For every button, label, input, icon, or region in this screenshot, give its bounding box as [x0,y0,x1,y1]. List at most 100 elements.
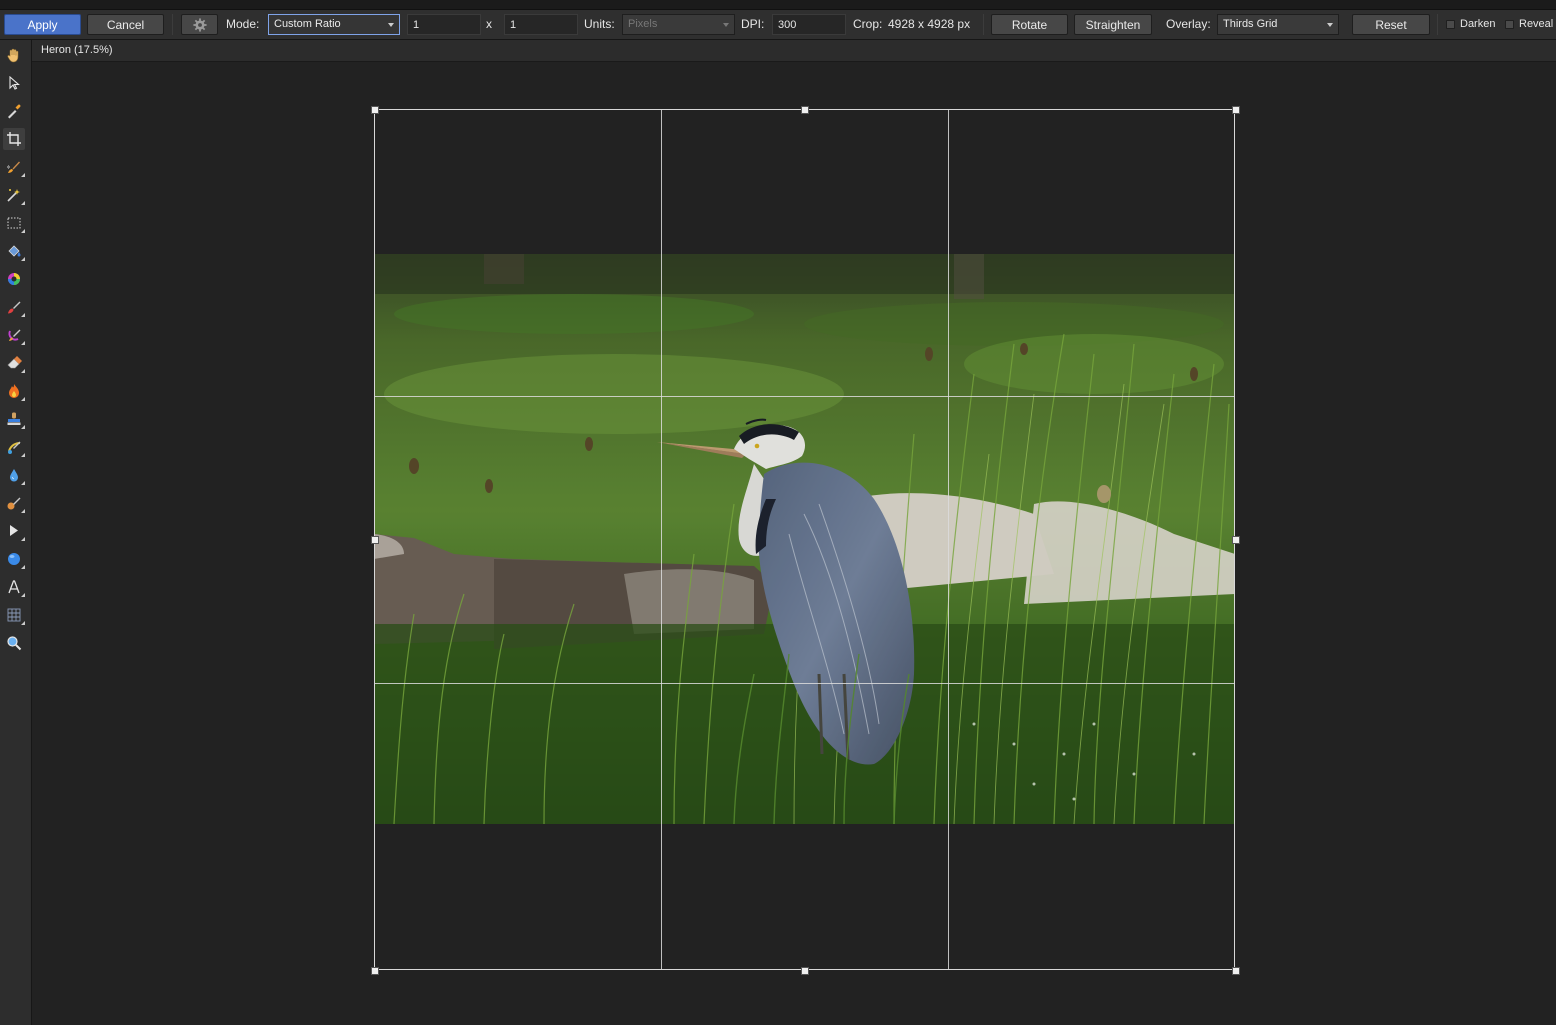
document-tab[interactable]: Heron (17.5%) [32,40,1556,62]
mesh-warp-icon [7,608,21,622]
tool-group-indicator [21,481,25,485]
apply-button[interactable]: Apply [4,14,81,35]
tool-text[interactable] [3,576,25,598]
tool-healing-brush[interactable] [3,436,25,458]
reveal-checkbox[interactable] [1505,20,1514,29]
tool-paint-brush[interactable] [3,296,25,318]
toolbar-separator [1437,14,1438,35]
mode-label: Mode: [226,17,260,31]
crop-size-value: 4928 x 4928 px [888,17,971,31]
color-wheel-icon [8,273,20,285]
dpi-input[interactable] [772,14,846,35]
tool-burn[interactable] [3,380,25,402]
chevron-down-icon [1327,23,1333,27]
crop-handle-left[interactable] [371,536,379,544]
mode-select-value: Custom Ratio [274,18,341,30]
ratio-separator-label: x [486,17,492,31]
cancel-button[interactable]: Cancel [87,14,164,35]
tool-group-indicator [21,453,25,457]
smudge-icon [7,497,21,510]
crop-frame[interactable] [371,106,1240,975]
tool-group-indicator [21,173,25,177]
mode-select[interactable]: Custom Ratio [268,14,400,35]
tool-group-indicator [21,229,25,233]
tool-group-indicator [21,257,25,261]
healing-brush-icon [8,441,21,454]
tool-node[interactable] [3,520,25,542]
tools-panel [0,40,32,1025]
tool-clone-stamp[interactable] [3,408,25,430]
shape-icon [8,553,20,565]
tool-hand[interactable] [3,44,25,66]
tool-blur[interactable] [3,464,25,486]
tool-group-indicator [21,201,25,205]
dpi-label: DPI: [741,17,765,31]
pointer-icon [9,76,20,90]
tool-eraser[interactable] [3,352,25,374]
tool-selection-brush[interactable] [3,156,25,178]
straighten-button[interactable]: Straighten [1074,14,1152,35]
tool-magic-wand[interactable] [3,184,25,206]
tool-group-indicator [21,565,25,569]
chevron-down-icon [723,23,729,27]
tool-group-indicator [21,397,25,401]
crop-label: Crop: [853,17,883,31]
tool-color-picker[interactable] [3,100,25,122]
tool-flood-fill[interactable] [3,240,25,262]
tool-pixel-brush[interactable] [3,324,25,346]
tool-group-indicator [21,593,25,597]
ratio-width-input[interactable] [407,14,481,35]
tool-group-indicator [21,313,25,317]
overlay-select[interactable]: Thirds Grid [1217,14,1339,35]
tool-shape[interactable] [3,548,25,570]
ratio-height-input[interactable] [504,14,578,35]
zoom-icon [7,636,22,651]
tool-color-wheel[interactable] [3,268,25,290]
tool-group-indicator [21,537,25,541]
toolbar-separator [172,14,173,35]
crop-handle-bottom[interactable] [801,967,809,975]
tool-crop[interactable] [3,128,25,150]
reset-button[interactable]: Reset [1352,14,1430,35]
crop-icon [7,132,21,146]
crop-handle-bottom-right[interactable] [1232,967,1240,975]
overlay-select-value: Thirds Grid [1223,18,1278,30]
tool-marquee[interactable] [3,212,25,234]
darken-label: Darken [1460,18,1496,30]
reveal-label: Reveal [1519,18,1554,30]
chevron-down-icon [388,23,394,27]
crop-handle-top-right[interactable] [1232,106,1240,114]
pixel-brush-icon [8,329,21,341]
eraser-icon [7,356,22,369]
text-icon [8,580,20,594]
gear-icon [192,18,207,32]
tool-move[interactable] [3,72,25,94]
crop-handle-bottom-left[interactable] [371,967,379,975]
flood-fill-icon [8,245,21,257]
crop-handle-top-left[interactable] [371,106,379,114]
tool-group-indicator [21,341,25,345]
tool-zoom[interactable] [3,632,25,654]
crop-handle-top[interactable] [801,106,809,114]
title-strip [0,0,1556,10]
settings-button[interactable] [181,14,218,35]
units-select[interactable]: Pixels [622,14,735,35]
clone-stamp-icon [7,412,21,425]
units-select-value: Pixels [628,18,658,30]
tool-mesh-warp[interactable] [3,604,25,626]
tool-smudge[interactable] [3,492,25,514]
paint-brush-icon [8,301,21,314]
tool-group-indicator [21,369,25,373]
tool-group-indicator [21,425,25,429]
node-icon [10,525,18,536]
darken-checkbox[interactable] [1446,20,1455,29]
context-toolbar: Apply Cancel Mode: Custom Ratio x Units:… [0,10,1556,40]
tool-group-indicator [21,621,25,625]
crop-handle-right[interactable] [1232,536,1240,544]
selection-brush-icon [7,161,20,173]
burn-icon [9,384,19,398]
toolbar-separator [983,14,984,35]
overlay-label: Overlay: [1166,17,1211,31]
rotate-button[interactable]: Rotate [991,14,1068,35]
tool-group-indicator [21,509,25,513]
